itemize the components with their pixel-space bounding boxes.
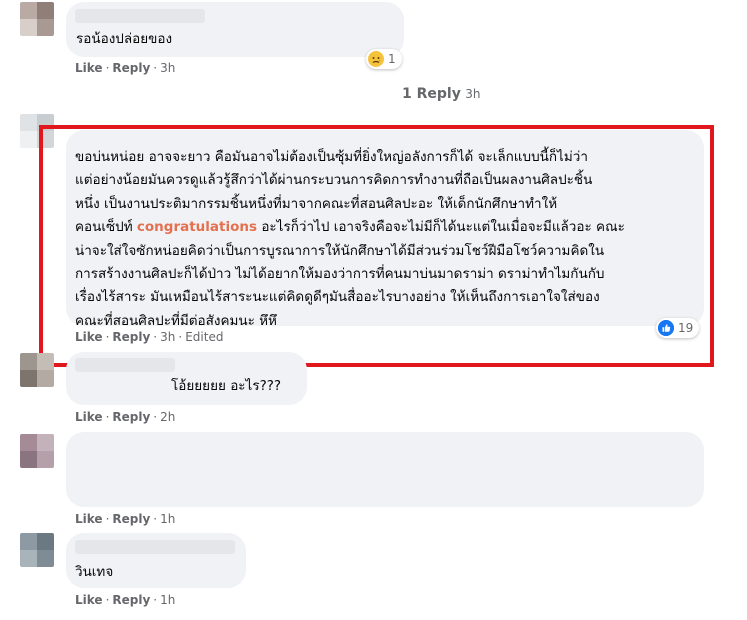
like-button[interactable]: Like: [75, 410, 103, 424]
highlight-box: [39, 125, 714, 367]
separator: ·: [105, 61, 110, 75]
like-button[interactable]: Like: [75, 512, 103, 526]
reply-button[interactable]: Reply: [112, 593, 150, 607]
commenter-name[interactable]: [75, 540, 235, 554]
comment-text: โอ้ยยยยย อะไร???: [171, 378, 282, 394]
timestamp[interactable]: 3h: [160, 61, 175, 75]
commenter-name[interactable]: [75, 358, 175, 372]
timestamp[interactable]: 1h: [160, 512, 175, 526]
reply-button[interactable]: Reply: [112, 61, 150, 75]
separator: ·: [153, 512, 158, 526]
separator: ·: [105, 410, 110, 424]
avatar[interactable]: [20, 353, 54, 387]
separator: ·: [153, 593, 158, 607]
comment-bubble: [66, 432, 704, 507]
like-button[interactable]: Like: [75, 593, 103, 607]
commenter-name[interactable]: [75, 9, 205, 23]
comment-text: วินเทจ: [75, 564, 114, 580]
comment-actions: Like · Reply · 3h: [75, 61, 175, 75]
sad-face-icon: [368, 51, 384, 67]
view-replies-label[interactable]: 1 Reply: [402, 86, 461, 102]
reply-button[interactable]: Reply: [112, 512, 150, 526]
like-button[interactable]: Like: [75, 61, 103, 75]
separator: ·: [153, 61, 158, 75]
timestamp: 3h: [465, 87, 481, 101]
separator: ·: [105, 512, 110, 526]
comment-actions: Like · Reply · 2h: [75, 410, 175, 424]
view-replies-link[interactable]: 1 Reply 3h: [402, 86, 481, 102]
avatar[interactable]: [20, 434, 54, 468]
comment-text: รอน้องปล่อยของ: [76, 31, 173, 47]
reaction-count[interactable]: 1: [366, 49, 402, 69]
timestamp[interactable]: 2h: [160, 410, 175, 424]
reply-button[interactable]: Reply: [112, 410, 150, 424]
reaction-number: 1: [388, 52, 396, 66]
separator: ·: [153, 410, 158, 424]
avatar[interactable]: [20, 2, 54, 36]
timestamp[interactable]: 1h: [160, 593, 175, 607]
comment-actions: Like · Reply · 1h: [75, 593, 175, 607]
comment-actions: Like · Reply · 1h: [75, 512, 175, 526]
avatar[interactable]: [20, 533, 54, 567]
separator: ·: [105, 593, 110, 607]
